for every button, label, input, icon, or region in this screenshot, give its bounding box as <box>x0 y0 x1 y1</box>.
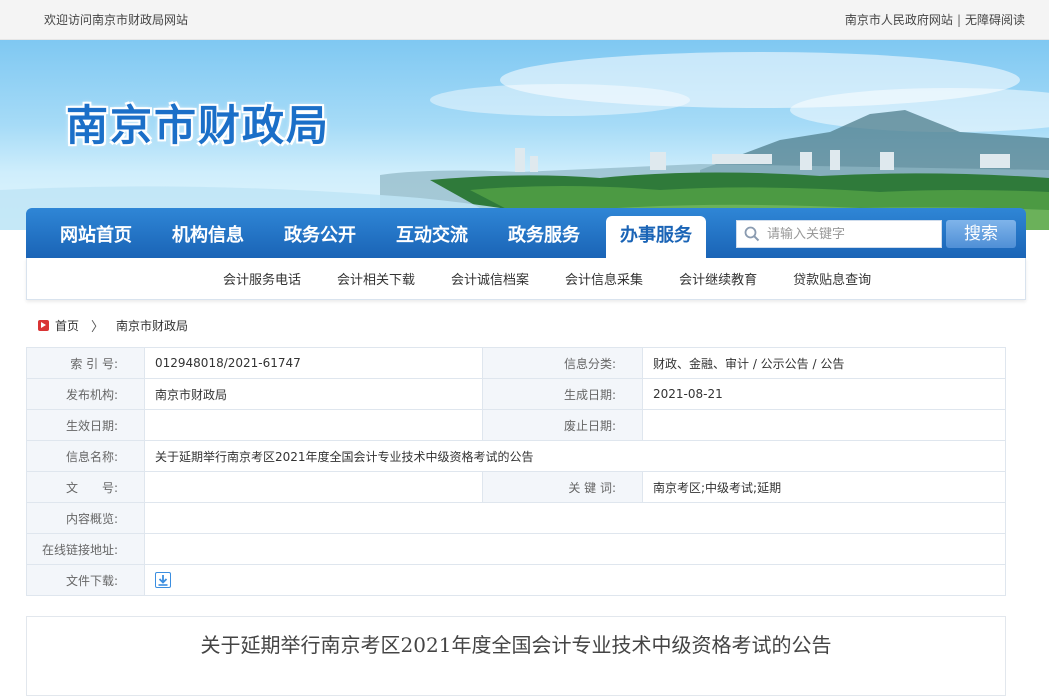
main-nav: 网站首页 机构信息 政务公开 互动交流 政务服务 办事服务 搜索 <box>26 208 1026 258</box>
index-value: 012948018/2021-61747 <box>144 347 483 379</box>
summary-label: 内容概览: <box>26 502 145 534</box>
table-row: 内容概览: <box>26 502 1006 534</box>
article-title: 关于延期举行南京考区2021年度全国会计专业技术中级资格考试的公告 <box>200 633 832 657</box>
top-links: 南京市人民政府网站 | 无障碍阅读 <box>845 11 1025 28</box>
gov-site-link[interactable]: 南京市人民政府网站 <box>845 13 953 27</box>
expire-date-value <box>642 409 1006 441</box>
subnav-accounting-phone[interactable]: 会计服务电话 <box>223 269 301 288</box>
breadcrumb: 首页 〉 南京市财政局 <box>38 316 188 335</box>
sub-nav: 会计服务电话 会计相关下载 会计诚信档案 会计信息采集 会计继续教育 贷款贴息查… <box>26 258 1026 300</box>
top-link-separator: | <box>956 13 961 27</box>
home-icon <box>38 320 49 331</box>
search-button[interactable]: 搜索 <box>946 220 1016 248</box>
expire-date-label: 废止日期: <box>482 409 643 441</box>
welcome-text: 欢迎访问南京市财政局网站 <box>44 13 189 27</box>
top-strip: 欢迎访问南京市财政局网站 南京市人民政府网站 | 无障碍阅读 <box>0 0 1049 40</box>
online-link-value <box>144 533 1006 565</box>
subnav-loan-subsidy-query[interactable]: 贷款贴息查询 <box>793 269 871 288</box>
effective-date-label: 生效日期: <box>26 409 145 441</box>
category-label: 信息分类: <box>482 347 643 379</box>
keywords-value: 南京考区;中级考试;延期 <box>642 471 1006 503</box>
download-icon[interactable] <box>155 572 171 588</box>
site-banner: 南京市财政局 <box>0 40 1049 230</box>
subnav-info-collection[interactable]: 会计信息采集 <box>565 269 643 288</box>
effective-date-value <box>144 409 483 441</box>
keywords-label: 关 键 词: <box>482 471 643 503</box>
search-icon <box>737 226 767 242</box>
chevron-right-icon: 〉 <box>91 320 105 335</box>
table-row: 索 引 号: 012948018/2021-61747 信息分类: 财政、金融、… <box>26 347 1006 379</box>
article-panel: 关于延期举行南京考区2021年度全国会计专业技术中级资格考试的公告 <box>26 616 1006 696</box>
online-link-label: 在线链接地址: <box>26 533 145 565</box>
file-download-label: 文件下载: <box>26 564 145 596</box>
doc-number-value <box>144 471 483 503</box>
nav-institution-info[interactable]: 机构信息 <box>158 216 258 258</box>
created-date-label: 生成日期: <box>482 378 643 410</box>
search-box <box>736 220 942 248</box>
summary-value <box>144 502 1006 534</box>
table-row: 文件下载: <box>26 564 1006 596</box>
nav-work-services[interactable]: 办事服务 <box>606 216 706 258</box>
nav-gov-affairs-open[interactable]: 政务公开 <box>270 216 370 258</box>
table-row: 生效日期: 废止日期: <box>26 409 1006 441</box>
accessible-reading-link[interactable]: 无障碍阅读 <box>965 13 1025 27</box>
info-name-value: 关于延期举行南京考区2021年度全国会计专业技术中级资格考试的公告 <box>144 440 1006 472</box>
category-value: 财政、金融、审计 / 公示公告 / 公告 <box>642 347 1006 379</box>
site-title-logo: 南京市财政局 <box>66 101 331 150</box>
table-row: 文 号: 关 键 词: 南京考区;中级考试;延期 <box>26 471 1006 503</box>
breadcrumb-current[interactable]: 南京市财政局 <box>116 317 188 334</box>
search-bar: 搜索 <box>736 220 1016 248</box>
breadcrumb-home[interactable]: 首页 <box>55 317 79 334</box>
search-input[interactable] <box>767 226 937 242</box>
index-label: 索 引 号: <box>26 347 145 379</box>
table-row: 在线链接地址: <box>26 533 1006 565</box>
document-info-table: 索 引 号: 012948018/2021-61747 信息分类: 财政、金融、… <box>26 347 1006 596</box>
info-name-label: 信息名称: <box>26 440 145 472</box>
table-row: 发布机构: 南京市财政局 生成日期: 2021-08-21 <box>26 378 1006 410</box>
nav-gov-services[interactable]: 政务服务 <box>494 216 594 258</box>
subnav-accounting-downloads[interactable]: 会计相关下载 <box>337 269 415 288</box>
table-row: 信息名称: 关于延期举行南京考区2021年度全国会计专业技术中级资格考试的公告 <box>26 440 1006 472</box>
navigation: 网站首页 机构信息 政务公开 互动交流 政务服务 办事服务 搜索 会计服务电话 … <box>26 208 1026 300</box>
nav-interaction[interactable]: 互动交流 <box>382 216 482 258</box>
publisher-label: 发布机构: <box>26 378 145 410</box>
subnav-integrity-archive[interactable]: 会计诚信档案 <box>451 269 529 288</box>
doc-number-label: 文 号: <box>26 471 145 503</box>
subnav-continuing-education[interactable]: 会计继续教育 <box>679 269 757 288</box>
file-download-cell <box>144 564 1006 596</box>
created-date-value: 2021-08-21 <box>642 378 1006 410</box>
publisher-value: 南京市财政局 <box>144 378 483 410</box>
nav-home[interactable]: 网站首页 <box>46 216 146 258</box>
